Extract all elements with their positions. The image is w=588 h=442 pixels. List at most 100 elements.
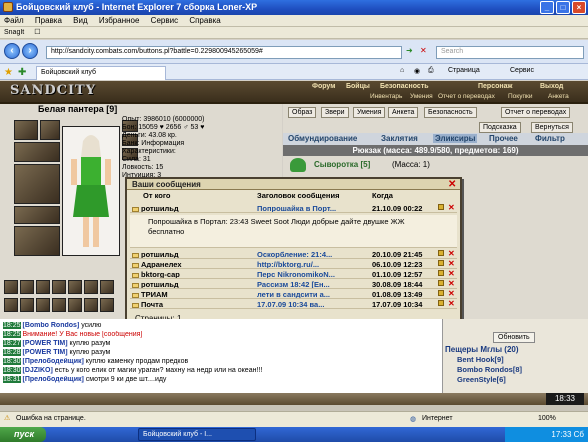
close-button[interactable]: × — [572, 1, 586, 14]
feeds-icon[interactable]: ◉ — [414, 67, 420, 75]
tab-combats[interactable]: Бойцовский клуб — [36, 66, 166, 80]
refresh-button[interactable]: Обновить — [493, 332, 535, 343]
message-row[interactable]: ТРИАМ лети в сандсити а... 01.08.09 13:4… — [130, 289, 457, 299]
delete-icon[interactable]: ✕ — [448, 279, 455, 288]
menu-profile[interactable]: Анкета — [548, 93, 569, 100]
message-row[interactable]: Почта 17.07.09 10:34 ва... 17.07.09 10:3… — [130, 299, 457, 309]
message-row[interactable]: ротшильд Рассизм 18:42 [Ен... 30.08.09 1… — [130, 279, 457, 289]
stop-icon[interactable]: ✕ — [420, 46, 427, 55]
quick-slot[interactable] — [52, 280, 66, 294]
lock-icon[interactable] — [438, 300, 444, 306]
online-user[interactable]: GreenStyle[6] — [457, 375, 506, 384]
chat-nick[interactable]: [Прелободейщик] — [22, 358, 83, 365]
chat-alert[interactable]: Внимание! У Вас новые [сообщения] — [22, 331, 142, 338]
quick-slot[interactable] — [84, 280, 98, 294]
print-icon[interactable]: ⎙ — [428, 67, 434, 75]
menu-inventory[interactable]: Инвентарь — [370, 93, 402, 100]
tools-menu[interactable]: Сервис — [510, 67, 534, 74]
chat-nick[interactable]: [Прелободейщик] — [22, 376, 83, 383]
quick-slot[interactable] — [36, 280, 50, 294]
tab-elixirs[interactable]: Эликсиры — [433, 134, 478, 143]
go-icon[interactable]: ➜ — [406, 46, 413, 55]
hint-button[interactable]: Подсказка — [479, 122, 521, 133]
dialog-close-icon[interactable]: ✕ — [448, 179, 456, 190]
message-subject[interactable]: http://bktorg.ru/... — [257, 260, 319, 268]
home-icon[interactable]: ⌂ — [400, 67, 404, 74]
page-menu[interactable]: Страница — [448, 67, 480, 74]
menu-file[interactable]: Файл — [4, 16, 24, 25]
elixir-icon[interactable] — [290, 158, 306, 172]
menu-skills[interactable]: Умения — [410, 93, 433, 100]
profile-button[interactable]: Анкета — [388, 107, 419, 118]
menu-view[interactable]: Вид — [73, 16, 87, 25]
menu-exit[interactable]: Выход — [540, 83, 563, 90]
back-icon[interactable]: ‹ — [4, 43, 20, 59]
tab-other[interactable]: Прочее — [489, 134, 518, 143]
menu-character[interactable]: Персонаж — [478, 83, 512, 90]
add-favorite-icon[interactable]: ✚ — [18, 67, 26, 78]
start-button[interactable]: пуск — [0, 427, 46, 442]
delete-icon[interactable]: ✕ — [448, 249, 455, 258]
amulet-slot[interactable] — [40, 120, 60, 140]
message-row[interactable]: Адранелех http://bktorg.ru/... 06.10.09 … — [130, 259, 457, 269]
delete-icon[interactable]: ✕ — [448, 299, 455, 308]
stat-toggle[interactable]: Характеристики: — [122, 148, 204, 156]
skills-button[interactable]: Умения — [353, 107, 386, 118]
helmet-slot[interactable] — [14, 120, 38, 140]
message-row[interactable]: ротшильд Попрошайка в Порт... 21.10.09 0… — [130, 203, 457, 213]
belt-slot[interactable] — [14, 206, 60, 224]
zoom-level[interactable]: 100% — [538, 415, 556, 422]
quick-slot[interactable] — [100, 280, 114, 294]
quick-slot[interactable] — [4, 280, 18, 294]
message-row[interactable]: bktorg-сар Перс NikronomikoN... 01.10.09… — [130, 269, 457, 279]
lock-icon[interactable] — [438, 290, 444, 296]
maximize-button[interactable]: □ — [556, 1, 570, 14]
message-subject[interactable]: Рассизм 18:42 [Ен... — [257, 280, 330, 288]
stat-bank[interactable]: Банк: Информация — [122, 140, 204, 148]
quick-slot[interactable] — [84, 298, 98, 312]
character-avatar[interactable] — [62, 126, 120, 256]
menu-forum[interactable]: Форум — [312, 83, 335, 90]
delete-icon[interactable]: ✕ — [448, 259, 455, 268]
menu-help[interactable]: Справка — [189, 16, 220, 25]
pets-button[interactable]: Звери — [321, 107, 349, 118]
item-name[interactable]: Сыворотка [5] — [314, 160, 370, 169]
menu-fighters[interactable]: Бойцы — [346, 83, 370, 90]
security-button[interactable]: Безопасность — [424, 107, 477, 118]
menu-security[interactable]: Безопасность — [380, 83, 429, 90]
tab-filter[interactable]: Фильтр — [535, 134, 565, 143]
menu-tools[interactable]: Сервис — [151, 16, 178, 25]
menu-favorites[interactable]: Избранное — [99, 16, 140, 25]
chat-nick[interactable]: [Bombo Rondos] — [22, 322, 79, 329]
tab-spells[interactable]: Заклятия — [381, 134, 418, 143]
weapon-slot[interactable] — [14, 142, 60, 162]
quick-slot[interactable] — [36, 298, 50, 312]
online-user[interactable]: Bombo Rondos[8] — [457, 365, 522, 374]
minimize-button[interactable]: _ — [540, 1, 554, 14]
snagit-button[interactable]: SnagIt — [4, 29, 24, 36]
delete-icon[interactable]: ✕ — [448, 269, 455, 278]
favorites-star-icon[interactable]: ★ — [4, 67, 13, 78]
search-input[interactable]: Search — [436, 46, 584, 59]
taskbar-item[interactable]: Бойцовский клуб - I... — [138, 428, 256, 441]
chat-nick[interactable]: [DJZIKO] — [22, 367, 52, 374]
quick-slot[interactable] — [68, 298, 82, 312]
armor-slot[interactable] — [14, 164, 60, 204]
quick-slot[interactable] — [4, 298, 18, 312]
chat-nick[interactable]: [POWER TIM] — [22, 349, 67, 356]
message-subject[interactable]: лети в сандсити а... — [257, 290, 330, 298]
lock-icon[interactable] — [438, 250, 444, 256]
online-user[interactable]: Bent Hook[9] — [457, 355, 504, 364]
quick-slot[interactable] — [100, 298, 114, 312]
return-button[interactable]: Вернуться — [531, 122, 573, 133]
menu-purchases[interactable]: Покупки — [508, 93, 532, 100]
forward-icon[interactable]: › — [22, 43, 38, 59]
lock-icon[interactable] — [438, 204, 444, 210]
message-row[interactable]: ротшильд Оскорбление: 21:4... 20.10.09 2… — [130, 249, 457, 259]
menu-edit[interactable]: Правка — [35, 16, 62, 25]
message-subject[interactable]: 17.07.09 10:34 ва... — [257, 300, 324, 308]
message-subject[interactable]: Оскорбление: 21:4... — [257, 250, 332, 258]
transfers-button[interactable]: Отчет о переводах — [501, 107, 571, 118]
lock-icon[interactable] — [438, 260, 444, 266]
quick-slot[interactable] — [20, 280, 34, 294]
